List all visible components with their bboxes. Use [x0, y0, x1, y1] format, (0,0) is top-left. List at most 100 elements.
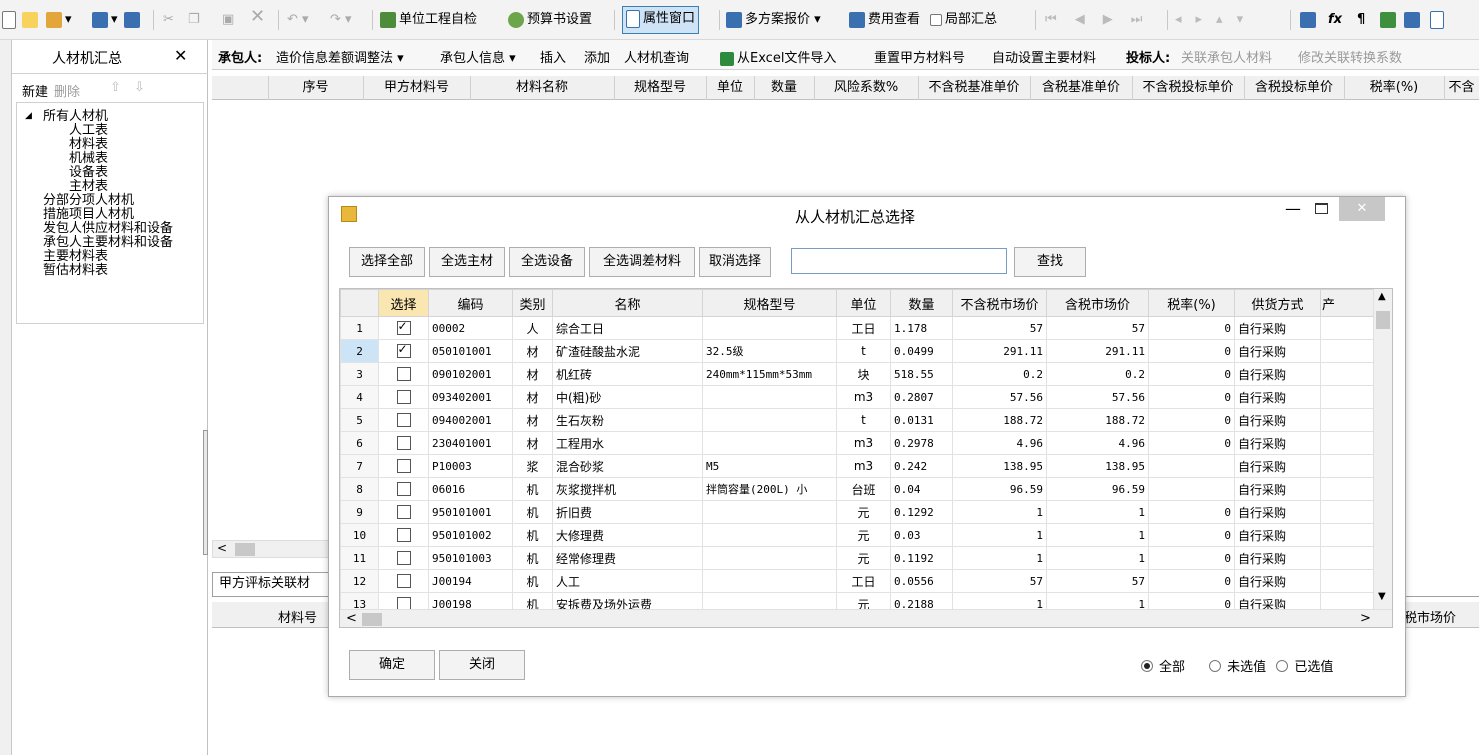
properties-window-button[interactable]: 属性窗口 [622, 6, 700, 34]
vscroll-thumb[interactable] [1376, 311, 1390, 329]
checkbox-icon[interactable] [396, 550, 411, 565]
reset-code-button[interactable]: 重置甲方材料号 [874, 47, 965, 66]
scroll-thumb[interactable] [235, 543, 255, 556]
multi-quote-button[interactable]: 多方案报价 ▾ [726, 8, 821, 32]
new-file-icon[interactable] [2, 8, 19, 32]
scroll-down-icon[interactable]: ▼ [1378, 591, 1386, 602]
table-row[interactable]: 9 950101001 机折旧费元 0.1292 1 1 0 自行采购 [340, 500, 1375, 524]
table-row[interactable]: 8 06016 机灰浆搅拌机 拌筒容量(200L) 小台班 0.04 96.59 96.59… [340, 477, 1375, 501]
cancel-selection-button[interactable]: 取消选择 [699, 247, 771, 277]
move-down-icon[interactable]: ⇩ [134, 80, 145, 95]
tree-item-equipment[interactable]: 设备表 [69, 166, 108, 180]
fee-view-button[interactable]: 费用查看 [849, 8, 920, 32]
hscroll-right-icon[interactable]: > [1360, 611, 1371, 626]
cut-icon[interactable]: ✂ [163, 8, 174, 32]
copy-icon[interactable]: ❐ [188, 8, 200, 32]
select-checkbox[interactable] [378, 362, 429, 386]
collapse-icon[interactable]: ◢ [25, 109, 32, 123]
header-risk[interactable]: 风险系数% [814, 76, 919, 100]
nav-arrows-icon[interactable]: ⏮◀▶⏭ [1045, 8, 1160, 32]
header-tax-rate[interactable]: 税率(%) [1344, 76, 1445, 100]
select-checkbox[interactable] [378, 454, 429, 478]
select-checkbox[interactable] [378, 523, 429, 547]
budget-settings-button[interactable]: 预算书设置 [508, 8, 592, 32]
header-code[interactable]: 编码 [428, 289, 513, 317]
tree-item-employer-supply[interactable]: 发包人供应材料和设备 [43, 222, 173, 236]
left-side-strip[interactable] [0, 40, 12, 755]
table-row[interactable]: 10 950101002 机大修理费元 0.03 1 1 0 自行采购 [340, 523, 1375, 547]
checkbox-icon[interactable] [396, 481, 411, 496]
header-bid-price-excl[interactable]: 不含税投标单价 [1132, 76, 1245, 100]
calculator-icon[interactable] [1300, 8, 1319, 32]
insert-button[interactable]: 插入 [540, 47, 566, 66]
self-check-button[interactable]: 单位工程自检 [380, 8, 477, 32]
table-row[interactable]: 100002人综合工日工日1.17857570自行采购 [340, 316, 1375, 340]
tree-item-main-material[interactable]: 主材表 [69, 180, 108, 194]
select-checkbox[interactable] [378, 385, 429, 409]
tree-root[interactable]: 所有人材机 [43, 110, 108, 124]
tree-item-contractor-main[interactable]: 承包人主要材料和设备 [43, 236, 173, 250]
contractor-info-dropdown[interactable]: 承包人信息 ▾ [440, 47, 516, 66]
header-tax-rate[interactable]: 税率(%) [1148, 289, 1235, 317]
partial-summary-button[interactable]: 局部汇总 [930, 8, 997, 32]
adjust-method-dropdown[interactable]: 造价信息差额调整法 ▾ [276, 47, 404, 66]
checkbox-icon[interactable] [396, 412, 411, 427]
delete-button[interactable]: 删除 [54, 81, 80, 100]
green-tool-icon[interactable] [1380, 8, 1399, 32]
table-row[interactable]: 3 090102001 材机红砖 240mm*115mm*53mm 块 518.55 0.2… [340, 362, 1375, 386]
header-unit[interactable]: 单位 [706, 76, 755, 100]
select-equipment-button[interactable]: 全选设备 [509, 247, 585, 277]
checkbox-icon[interactable] [396, 366, 411, 381]
tree-item-subitem[interactable]: 分部分项人材机 [43, 194, 134, 208]
auto-main-material-button[interactable]: 自动设置主要材料 [992, 47, 1096, 66]
tree-item-measures[interactable]: 措施项目人材机 [43, 208, 134, 222]
select-checkbox[interactable] [378, 316, 429, 340]
checkbox-icon[interactable] [396, 458, 411, 473]
undo-icon[interactable]: ↶ ▾ [287, 8, 309, 32]
header-base-price-incl[interactable]: 含税基准单价 [1030, 76, 1133, 100]
close-button[interactable]: 关闭 [439, 650, 525, 680]
tab-employer-link[interactable]: 甲方评标关联材 [212, 572, 342, 596]
table-row[interactable]: 7 P10003 浆混合砂浆 M5 m3 0.242 138.95 138.95 自行采购 [340, 454, 1375, 478]
dialog-vscrollbar[interactable]: ▲ ▼ [1373, 289, 1392, 609]
resource-query-button[interactable]: 人材机查询 [624, 47, 689, 66]
folder-icon[interactable] [124, 8, 143, 32]
header-seq[interactable]: 序号 [268, 76, 364, 100]
checkbox-icon[interactable] [396, 342, 411, 358]
checkbox-icon[interactable] [396, 319, 411, 335]
tree-item-main-list[interactable]: 主要材料表 [43, 250, 108, 264]
table-row[interactable]: 5 094002001 材生石灰粉 t 0.0131 188.72 188.72 0 自行采购 [340, 408, 1375, 432]
ok-button[interactable]: 确定 [349, 650, 435, 680]
header-more[interactable]: 不含 [1444, 76, 1479, 100]
select-checkbox[interactable] [378, 477, 429, 501]
delete-icon[interactable]: ✕ [250, 5, 265, 29]
sheet-icon[interactable] [1430, 8, 1447, 32]
select-checkbox[interactable] [378, 546, 429, 570]
header-bid-price-incl[interactable]: 含税投标单价 [1244, 76, 1345, 100]
filter-selected[interactable]: 已选值 [1276, 660, 1333, 675]
checkbox-icon[interactable] [396, 527, 411, 542]
maximize-icon[interactable] [1315, 203, 1328, 214]
select-adjust-material-button[interactable]: 全选调差材料 [589, 247, 695, 277]
find-button[interactable]: 查找 [1014, 247, 1086, 277]
header-unit[interactable]: 单位 [836, 289, 891, 317]
move-arrows-icon[interactable]: ◂▸▴▾ [1175, 8, 1257, 32]
select-all-button[interactable]: 选择全部 [349, 247, 425, 277]
new-button[interactable]: 新建 [22, 81, 48, 100]
new-doc-icon[interactable] [22, 8, 41, 32]
scroll-up-icon[interactable]: ▲ [1378, 291, 1386, 302]
header-spec[interactable]: 规格型号 [702, 289, 837, 317]
tree-item-provisional[interactable]: 暂估材料表 [43, 264, 108, 278]
minimize-icon[interactable]: — [1285, 199, 1301, 218]
header-market-price-incl[interactable]: 含税市场价 [1046, 289, 1149, 317]
table-row[interactable]: 4 093402001 材中(粗)砂 m3 0.2807 57.56 57.56 0 自行采购 [340, 385, 1375, 409]
header-market-price-excl[interactable]: 不含税市场价 [952, 289, 1047, 317]
header-material-name[interactable]: 材料名称 [470, 76, 615, 100]
close-icon[interactable]: ✕ [1339, 197, 1385, 221]
hscroll-thumb[interactable] [362, 613, 382, 626]
move-up-icon[interactable]: ⇧ [110, 80, 121, 95]
table-row[interactable]: 11 950101003 机经常修理费元 0.1192 1 1 0 自行采购 [340, 546, 1375, 570]
filter-all[interactable]: 全部 [1141, 660, 1185, 675]
header-spec[interactable]: 规格型号 [614, 76, 707, 100]
filter-unselected[interactable]: 未选值 [1209, 660, 1266, 675]
